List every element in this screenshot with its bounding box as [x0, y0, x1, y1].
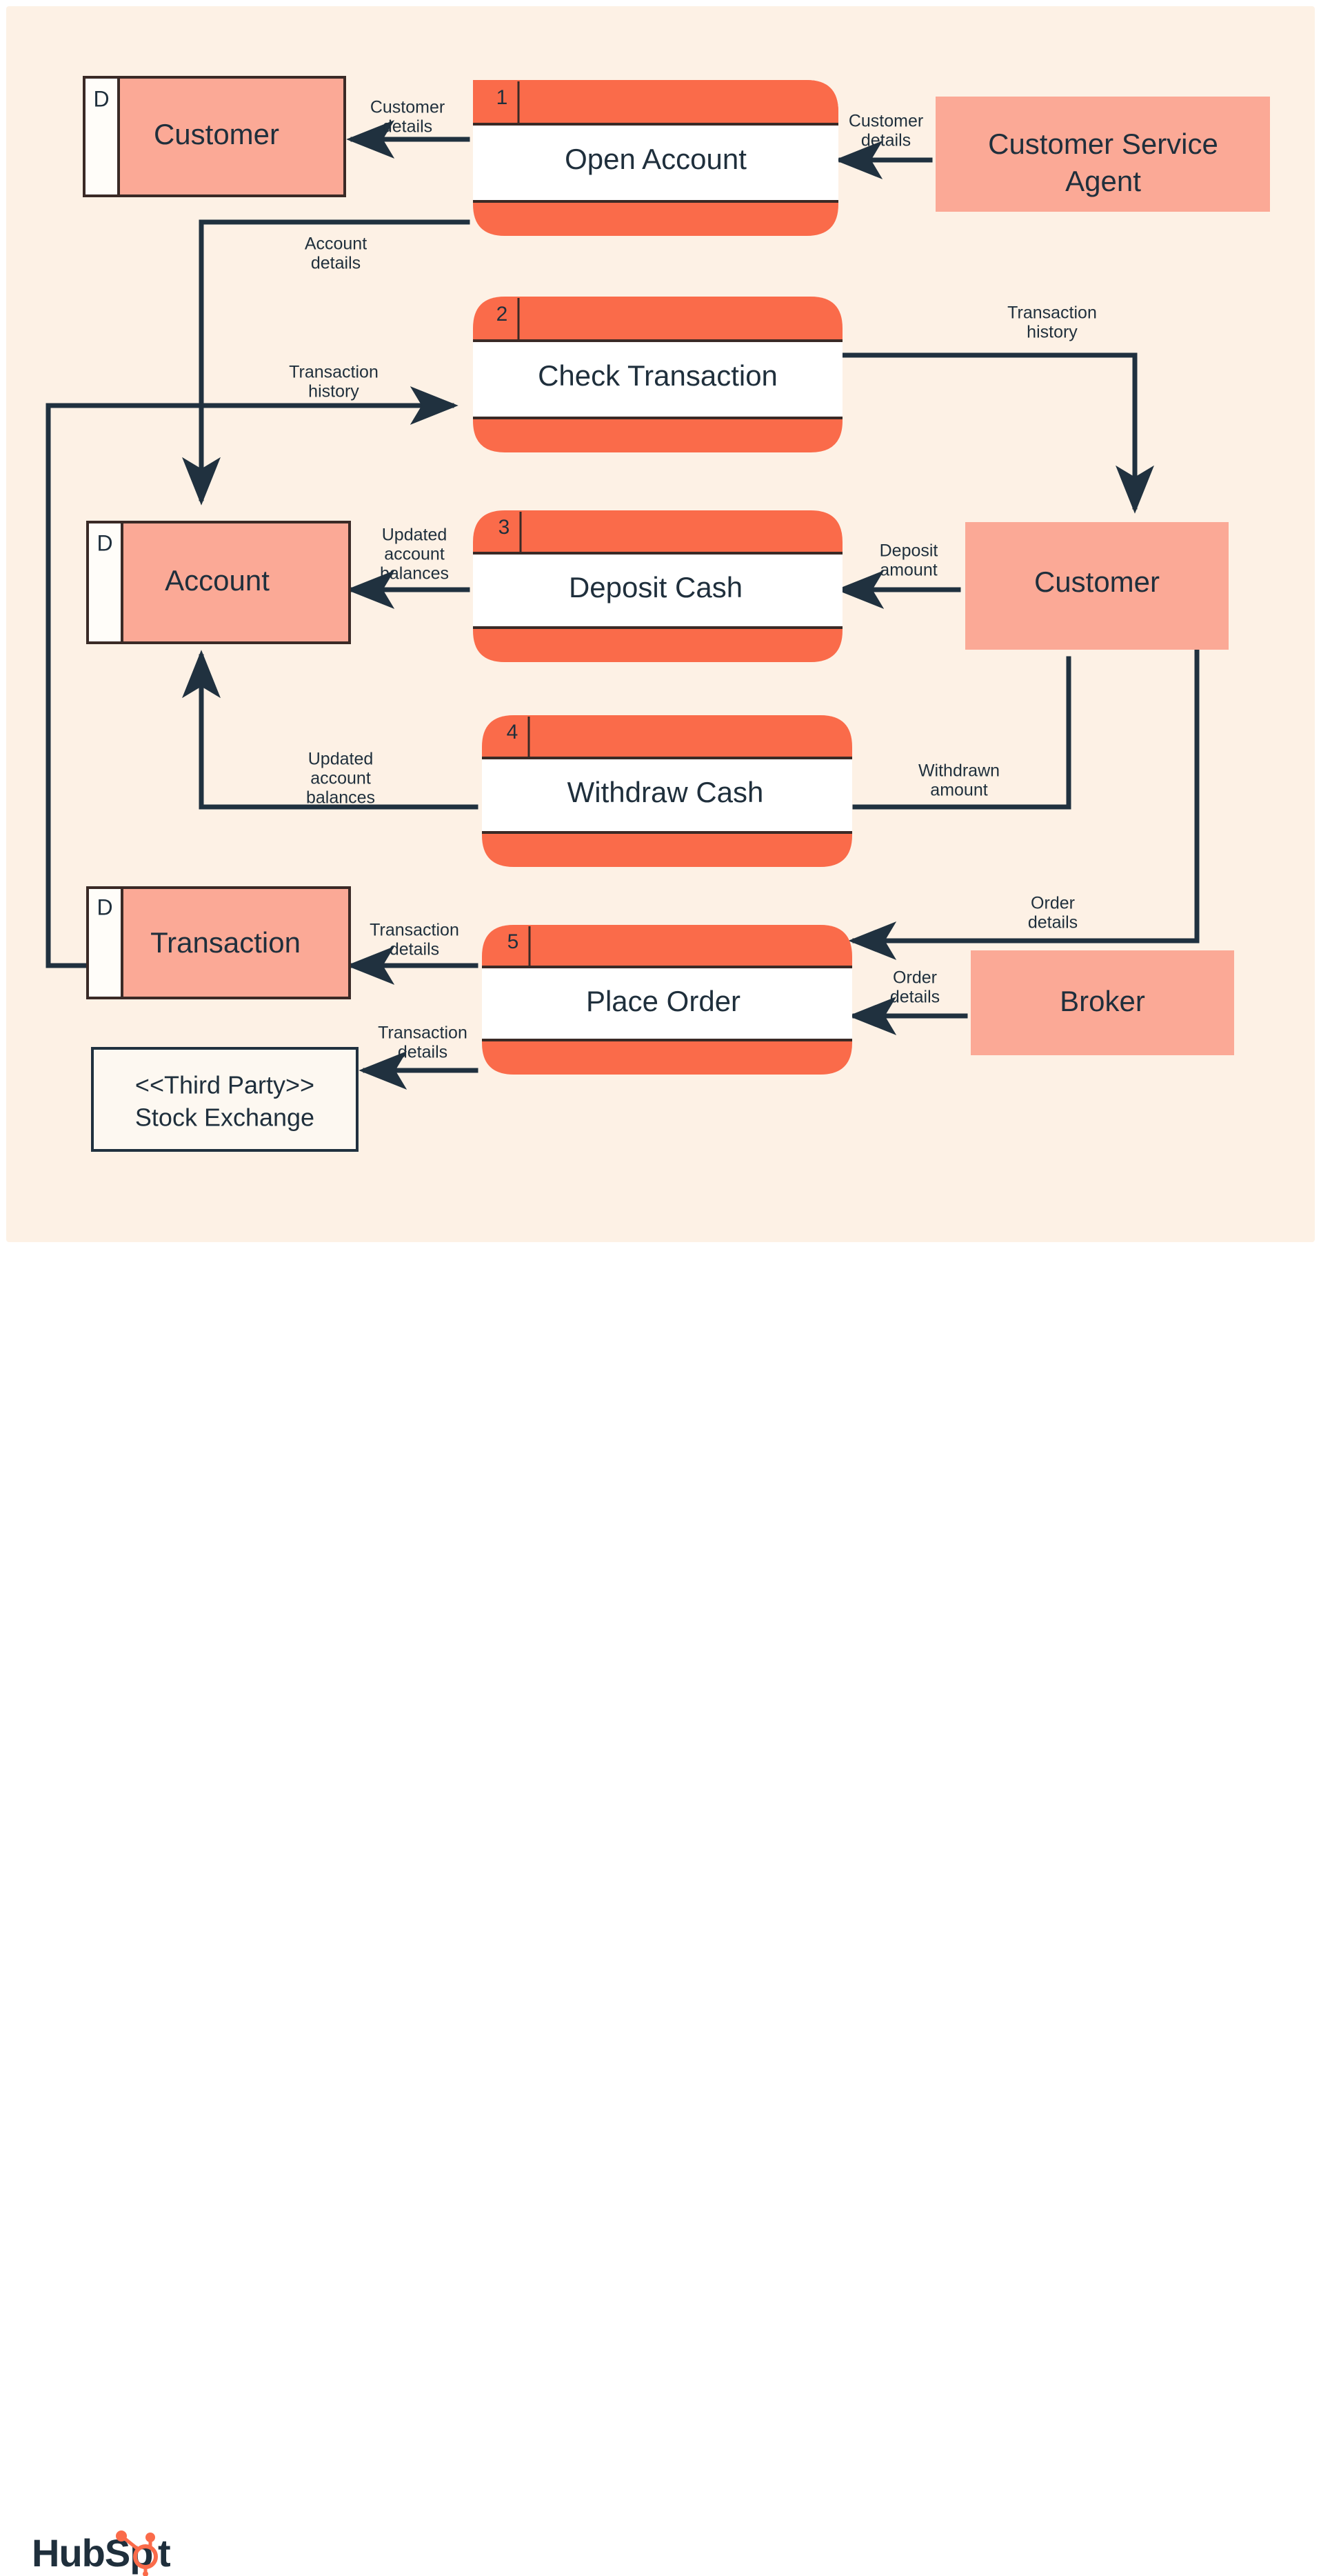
- data-flow-diagram: D Customer 1 Open Account Customer Servi…: [46, 76, 1270, 1152]
- label-transaction-history-left-line2: history: [308, 382, 359, 401]
- data-store-transaction[interactable]: D Transaction: [86, 886, 351, 999]
- process-1-label: Open Account: [565, 143, 747, 175]
- flow-customer-to-place-order: [848, 647, 1200, 960]
- label-transaction-details-exch-line1: Transaction: [378, 1024, 467, 1043]
- process-deposit-cash[interactable]: 3 Deposit Cash: [473, 510, 843, 662]
- label-transaction-details-store-line2: details: [390, 940, 439, 959]
- label-customer-details-in-line2: details: [861, 131, 911, 150]
- label-transaction-details-exch-line2: details: [398, 1043, 447, 1062]
- process-2-label: Check Transaction: [538, 359, 778, 392]
- label-withdrawn-amount-line2: amount: [930, 781, 987, 800]
- label-updated-balances-4-line1: Updated: [308, 750, 374, 769]
- data-store-transaction-marker: D: [97, 895, 112, 919]
- label-order-details-broker-line1: Order: [893, 968, 937, 988]
- process-check-transaction[interactable]: 2 Check Transaction: [473, 297, 843, 452]
- external-entity-stock-exchange-line2: Stock Exchange: [135, 1104, 314, 1132]
- label-transaction-history-left-line1: Transaction: [289, 363, 379, 382]
- process-3-number: 3: [498, 516, 510, 539]
- label-customer-details-in-line1: Customer: [849, 112, 923, 131]
- process-4-number: 4: [507, 721, 518, 743]
- label-account-details-line2: details: [311, 254, 361, 273]
- process-open-account[interactable]: 1 Open Account: [473, 80, 838, 236]
- external-entity-agent-line1: Customer Service: [988, 128, 1218, 160]
- label-transaction-details-store-line1: Transaction: [370, 921, 459, 940]
- data-store-customer-label: Customer: [154, 118, 279, 150]
- external-entity-customer-label: Customer: [1034, 566, 1160, 598]
- label-updated-balances-3-line3: balances: [380, 564, 449, 583]
- external-entity-stock-exchange-line1: <<Third Party>>: [135, 1071, 314, 1099]
- process-5-number: 5: [507, 930, 519, 953]
- process-1-number: 1: [496, 86, 508, 109]
- external-entity-agent-line2: Agent: [1065, 165, 1141, 197]
- external-entity-stock-exchange[interactable]: <<Third Party>> Stock Exchange: [91, 1047, 359, 1152]
- external-entity-broker[interactable]: Broker: [971, 950, 1234, 1055]
- diagram-canvas: D Customer 1 Open Account Customer Servi…: [0, 0, 1321, 2576]
- process-2-number: 2: [496, 303, 508, 326]
- label-transaction-history-right-line2: history: [1027, 323, 1078, 342]
- process-withdraw-cash[interactable]: 4 Withdraw Cash: [482, 715, 852, 867]
- svg-text:t: t: [158, 2531, 171, 2575]
- page-footer: HubSp t: [0, 1242, 1321, 2576]
- hubspot-logo: HubSp t: [32, 2530, 190, 2576]
- data-store-account[interactable]: D Account: [86, 521, 351, 644]
- external-entity-customer[interactable]: Customer: [965, 522, 1229, 650]
- label-order-details-broker-line2: details: [890, 988, 940, 1007]
- label-updated-balances-3-line2: account: [384, 545, 445, 564]
- hubspot-wordmark-icon: HubSp t: [32, 2530, 171, 2576]
- data-store-customer-marker: D: [93, 86, 109, 111]
- label-account-details-line1: Account: [305, 234, 367, 254]
- data-store-customer[interactable]: D Customer: [83, 76, 346, 197]
- external-entity-customer-service-agent[interactable]: Customer Service Agent: [936, 97, 1270, 212]
- process-3-label: Deposit Cash: [569, 571, 743, 603]
- label-deposit-amount-line1: Deposit: [880, 541, 938, 561]
- data-store-transaction-label: Transaction: [150, 926, 301, 959]
- data-store-account-marker: D: [97, 530, 112, 555]
- label-updated-balances-3-line1: Updated: [382, 526, 447, 545]
- label-withdrawn-amount-line1: Withdrawn: [918, 761, 1000, 781]
- label-order-details-top-line2: details: [1028, 913, 1078, 932]
- data-store-account-label: Account: [165, 564, 270, 597]
- process-4-label: Withdraw Cash: [567, 776, 764, 808]
- process-5-label: Place Order: [586, 985, 740, 1017]
- label-order-details-top-line1: Order: [1031, 894, 1075, 913]
- process-place-order[interactable]: 5 Place Order: [482, 925, 852, 1075]
- flow-check-transaction-to-customer: [840, 352, 1154, 514]
- label-updated-balances-4-line2: account: [310, 769, 371, 788]
- label-transaction-history-right-line1: Transaction: [1007, 303, 1097, 323]
- external-entity-broker-label: Broker: [1060, 985, 1145, 1017]
- flow-transaction-store-to-check-transaction: [46, 386, 458, 968]
- label-customer-details-out-line2: details: [383, 117, 432, 137]
- label-deposit-amount-line2: amount: [880, 561, 937, 580]
- label-updated-balances-4-line3: balances: [306, 788, 375, 808]
- label-customer-details-out-line1: Customer: [370, 98, 445, 117]
